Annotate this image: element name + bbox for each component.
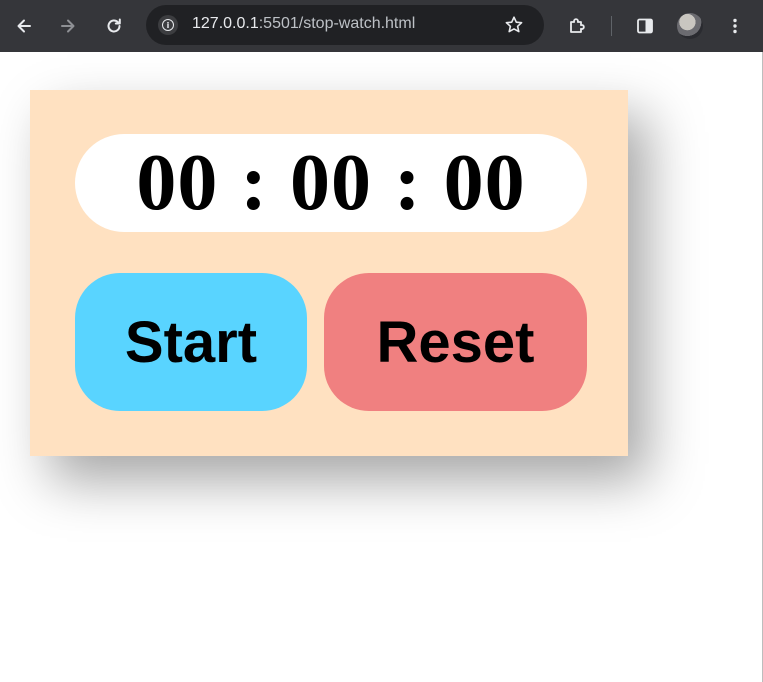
seconds-value: 00 xyxy=(443,139,526,227)
kebab-menu-icon xyxy=(733,18,737,34)
reload-icon xyxy=(107,18,121,33)
browser-toolbar: i 127.0.0.1:5501/stop-watch.html xyxy=(0,0,763,52)
toolbar-divider xyxy=(611,16,612,36)
url-path: :5501/stop-watch.html xyxy=(258,15,416,32)
time-separator: : xyxy=(240,139,268,227)
puzzle-icon xyxy=(570,18,585,33)
url-host: 127.0.0.1 xyxy=(192,15,259,32)
time-separator: : xyxy=(394,139,422,227)
reload-button[interactable] xyxy=(99,11,129,41)
extensions-button[interactable] xyxy=(562,11,592,41)
url-text[interactable]: 127.0.0.1:5501/stop-watch.html xyxy=(192,15,415,33)
arrow-left-icon xyxy=(17,19,31,33)
page-content: 00 : 00 : 00 Start Reset xyxy=(0,52,763,682)
forward-button[interactable] xyxy=(53,11,83,41)
reset-button[interactable]: Reset xyxy=(324,273,587,411)
minutes-value: 00 xyxy=(290,139,372,227)
side-panel-button[interactable] xyxy=(630,11,660,41)
start-button[interactable]: Start xyxy=(75,273,307,411)
stopwatch-card: 00 : 00 : 00 Start Reset xyxy=(30,90,628,456)
arrow-right-icon xyxy=(61,19,75,33)
address-bar[interactable]: i 127.0.0.1:5501/stop-watch.html xyxy=(146,5,544,45)
back-button[interactable] xyxy=(9,11,39,41)
time-display: 00 : 00 : 00 xyxy=(75,134,587,232)
side-panel-icon xyxy=(637,18,653,34)
menu-button[interactable] xyxy=(720,11,750,41)
info-icon[interactable]: i xyxy=(158,15,178,35)
hours-value: 00 xyxy=(136,139,219,227)
star-icon[interactable] xyxy=(500,11,528,39)
avatar[interactable] xyxy=(677,13,703,39)
